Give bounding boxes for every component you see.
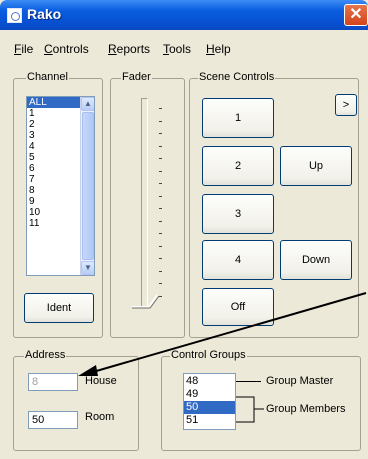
channel-scrollbar[interactable]: ▲ ▼	[80, 97, 94, 275]
control-group-item[interactable]: 48	[184, 375, 235, 388]
control-groups-group-label: Control Groups	[170, 349, 247, 361]
channel-listbox[interactable]: ALL 1 2 3 4 5 6 7 8 9 10 11 ▲ ▼	[26, 96, 95, 276]
close-button[interactable]: ✕	[344, 4, 368, 26]
app-icon	[7, 8, 22, 23]
group-master-connector	[236, 381, 261, 382]
menu-reports[interactable]: Reports	[108, 42, 150, 56]
scene-3-button[interactable]: 3	[202, 194, 274, 234]
menu-help[interactable]: Help	[206, 42, 231, 56]
scroll-up-icon[interactable]: ▲	[81, 97, 94, 111]
close-icon: ✕	[349, 6, 363, 23]
down-button[interactable]: Down	[280, 240, 352, 280]
house-input[interactable]	[28, 373, 78, 391]
room-label: Room	[85, 411, 115, 423]
fader-tick	[159, 195, 162, 197]
menu-bar: File Controls Reports Tools Help	[0, 30, 368, 60]
up-button[interactable]: Up	[280, 146, 352, 186]
window-title: Rako	[27, 6, 62, 22]
menu-controls[interactable]: Controls	[44, 42, 89, 56]
control-groups-listbox[interactable]: 48 49 50 51	[183, 373, 236, 430]
fader-tick	[159, 220, 162, 222]
scroll-down-icon[interactable]: ▼	[81, 261, 94, 275]
scene-controls-group-label: Scene Controls	[198, 71, 276, 83]
scene-2-button[interactable]: 2	[202, 146, 274, 186]
house-label: House	[85, 375, 117, 387]
fader-tick	[159, 183, 162, 184]
scroll-thumb[interactable]	[82, 112, 94, 260]
fader-thumb[interactable]	[131, 291, 161, 309]
channel-group-label: Channel	[26, 71, 69, 83]
menu-file[interactable]: File	[14, 42, 33, 56]
title-bar[interactable]: Rako ✕	[0, 0, 368, 30]
scene-1-button[interactable]: 1	[202, 98, 274, 138]
scene-off-button[interactable]: Off	[202, 288, 274, 326]
fader-track[interactable]	[141, 98, 148, 308]
address-group-label: Address	[24, 349, 67, 361]
fader-tick	[159, 170, 162, 172]
fader-group-label: Fader	[121, 71, 152, 83]
fader-tick	[159, 283, 162, 284]
fader-tick	[159, 133, 162, 134]
fader-tick	[159, 258, 162, 259]
room-input[interactable]	[28, 411, 78, 429]
scene-4-button[interactable]: 4	[202, 240, 274, 280]
menu-tools[interactable]: Tools	[163, 42, 191, 56]
control-groups-list: 48 49 50 51	[184, 375, 235, 427]
address-group: Address	[13, 349, 139, 451]
fader-tick	[159, 245, 162, 247]
fader-tick	[159, 158, 162, 159]
control-group-item[interactable]: 51	[184, 414, 235, 427]
group-master-label: Group Master	[266, 375, 334, 387]
fader-tick	[159, 120, 162, 122]
control-group-item[interactable]: 50	[184, 401, 235, 414]
ident-button[interactable]: Ident	[24, 293, 94, 323]
group-members-bracket	[236, 396, 264, 423]
fader-tick	[159, 108, 162, 109]
more-button[interactable]: >	[335, 94, 357, 116]
fader-tick	[159, 270, 162, 272]
fader-tick	[159, 208, 162, 209]
group-members-label: Group Members	[266, 403, 346, 415]
fader-tick	[159, 145, 162, 147]
app-window: Rako ✕ File Controls Reports Tools Help …	[0, 0, 368, 459]
control-group-item[interactable]: 49	[184, 388, 235, 401]
fader-tick	[159, 233, 162, 234]
